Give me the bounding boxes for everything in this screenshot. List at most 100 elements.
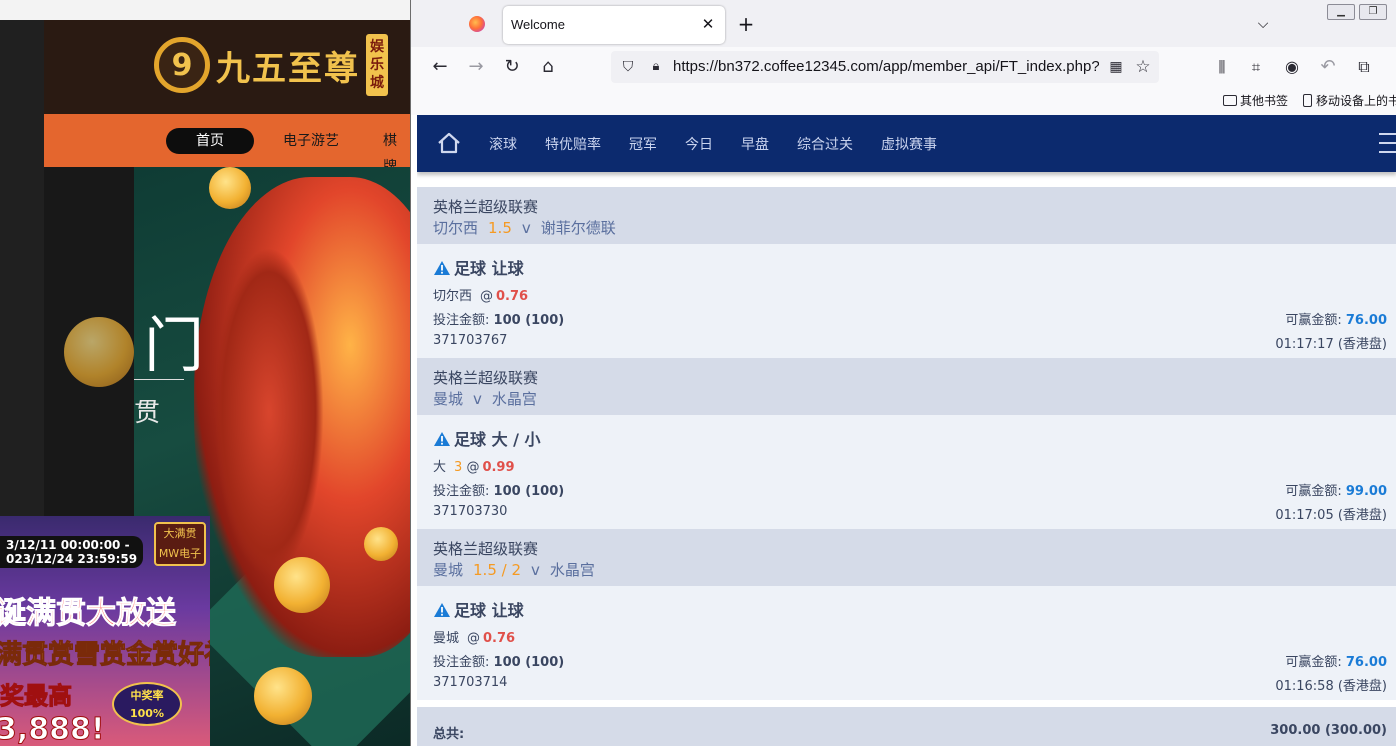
- warning-icon: [434, 603, 450, 617]
- chevron-down-icon[interactable]: ⌵: [1253, 14, 1273, 34]
- extensions-icon[interactable]: ⧉: [1353, 56, 1375, 78]
- gold-coin-icon: [274, 557, 330, 613]
- logo-ring-icon: 9: [154, 37, 210, 93]
- vs-label: v: [473, 390, 482, 408]
- qr-code-icon[interactable]: ▦: [1107, 58, 1125, 76]
- bet-type-title: 足球 让球: [433, 255, 524, 279]
- background-left-strip: [0, 20, 44, 520]
- selection-line: 切尔西 @0.76: [433, 285, 528, 304]
- casino-header: 9 九五至尊 娱乐城: [44, 20, 410, 114]
- star-icon[interactable]: ☆: [1133, 57, 1153, 77]
- crop-icon[interactable]: ⌗: [1245, 56, 1267, 78]
- bet-type: 足球 让球: [454, 259, 524, 278]
- undo-icon[interactable]: ↶: [1317, 56, 1339, 78]
- nav-virtual[interactable]: 虚拟赛事: [881, 134, 937, 154]
- logo-side-text: 娱乐城: [366, 34, 388, 96]
- home-team: 曼城: [433, 561, 464, 579]
- dragon-body-illustration: [214, 247, 324, 577]
- url-bar[interactable]: ⛉ 🔒︎ https://bn372.coffee12345.com/app/m…: [611, 51, 1159, 83]
- home-icon[interactable]: ⌂: [537, 56, 559, 78]
- at-label: @: [466, 460, 480, 475]
- bet-type: 足球 让球: [454, 601, 524, 620]
- home-icon[interactable]: [437, 132, 461, 154]
- hero-headline: 门: [144, 311, 204, 381]
- vs-label: v: [531, 561, 540, 579]
- warning-icon: [434, 432, 450, 446]
- total-value: 300.00 (300.00): [1270, 723, 1387, 738]
- selection-line: 曼城 @0.76: [433, 627, 515, 646]
- nav-in-play[interactable]: 滚球: [489, 134, 517, 154]
- win-line: 可赢金额: 99.00: [1285, 480, 1387, 499]
- firefox-icon[interactable]: [469, 16, 485, 32]
- tab-welcome[interactable]: Welcome ✕: [503, 6, 725, 44]
- nav-parlay[interactable]: 综合过关: [797, 134, 853, 154]
- ticket-id: 371703714: [433, 675, 508, 690]
- casino-nav-cards[interactable]: 棋牌: [383, 128, 410, 175]
- bet-time: 01:17:17 (香港盘): [1275, 337, 1387, 352]
- library-icon[interactable]: ⫼: [1211, 56, 1233, 78]
- nav-today[interactable]: 今日: [685, 134, 713, 154]
- casino-nav-home[interactable]: 首页: [166, 128, 254, 154]
- nav-best-odds[interactable]: 特优赔率: [545, 134, 601, 154]
- league-row: 英格兰超级联赛 曼城 v 水晶宫: [417, 358, 1396, 415]
- selection: 曼城: [433, 631, 460, 646]
- reload-icon[interactable]: ↻: [501, 56, 523, 78]
- bet-detail: 足球 让球 曼城 @0.76 投注金额: 100 (100) 可赢金额: 76.0…: [417, 586, 1396, 700]
- match-line: 曼城 v 水晶宫: [433, 389, 1381, 409]
- tab-title: Welcome: [511, 17, 565, 32]
- win-line: 可赢金额: 76.00: [1285, 309, 1387, 328]
- ticket-id: 371703767: [433, 333, 508, 348]
- bookmark-mobile[interactable]: 移动设备上的书: [1303, 93, 1396, 109]
- promo-banner[interactable]: 3/12/11 00:00:00 - 023/12/24 23:59:59 大满…: [0, 516, 210, 746]
- bookmark-mobile-label: 移动设备上的书: [1316, 94, 1396, 108]
- restore-window-button[interactable]: ❐: [1359, 4, 1387, 20]
- hamburger-menu-icon[interactable]: [1379, 133, 1396, 153]
- away-team: 水晶宫: [491, 390, 537, 408]
- handicap: 1.5: [488, 219, 512, 237]
- promo-title: 诞满贯大放送: [0, 596, 177, 632]
- forward-icon[interactable]: →: [465, 56, 487, 78]
- stake-amount: 100 (100): [493, 484, 565, 499]
- lock-icon[interactable]: 🔒︎: [647, 58, 665, 76]
- match-line: 曼城 1.5 / 2 v 水晶宫: [433, 560, 1381, 580]
- nav-early[interactable]: 早盘: [741, 134, 769, 154]
- casino-logo[interactable]: 9 九五至尊 娱乐城: [154, 34, 388, 96]
- league-name: 英格兰超级联赛: [433, 369, 539, 387]
- ticket-id: 371703730: [433, 504, 508, 519]
- chat-icon[interactable]: ◉: [1281, 56, 1303, 78]
- shield-icon[interactable]: ⛉: [619, 58, 637, 76]
- bet-list: 英格兰超级联赛 切尔西 1.5 v 谢菲尔德联 足球 让球 切尔西 @0.76 投注金额…: [417, 187, 1396, 700]
- selection: 切尔西: [433, 289, 473, 304]
- bookmark-other-label: 其他书签: [1240, 94, 1289, 108]
- stake-amount: 100 (100): [493, 313, 565, 328]
- win-label: 可赢金额:: [1285, 655, 1342, 670]
- promo-subtitle: 满贯赏雪赏金赏好礼: [0, 640, 210, 671]
- back-icon[interactable]: ←: [429, 56, 451, 78]
- bookmark-other[interactable]: 其他书签: [1223, 93, 1288, 109]
- gold-coin-icon: [64, 317, 134, 387]
- casino-nav-slots[interactable]: 电子游艺: [283, 128, 339, 154]
- league-name: 英格兰超级联赛: [433, 198, 539, 216]
- total-label: 总共:: [433, 727, 465, 742]
- promo-badge: 大满贯 MW电子: [154, 522, 206, 566]
- nav-outright[interactable]: 冠军: [629, 134, 657, 154]
- plus-icon[interactable]: +: [735, 13, 757, 35]
- promo-amount: 3,888!: [0, 712, 105, 746]
- bet-type-title: 足球 大 / 小: [433, 426, 541, 450]
- home-team: 切尔西: [433, 219, 479, 237]
- odds: 0.76: [483, 631, 516, 646]
- selection: 大: [433, 460, 447, 475]
- odds: 0.76: [496, 289, 529, 304]
- bet-type: 足球 大 / 小: [454, 430, 541, 449]
- browser-window: Welcome ✕ + ⌵ ▁ ❐ ← → ↻ ⌂ ⛉ 🔒︎ https://b…: [410, 0, 1396, 746]
- stake-amount: 100 (100): [493, 655, 565, 670]
- stake-label: 投注金额:: [433, 313, 490, 328]
- win-line: 可赢金额: 76.00: [1285, 651, 1387, 670]
- handicap: 1.5 / 2: [473, 561, 522, 579]
- tab-bar: Welcome ✕ + ⌵ ▁ ❐: [411, 0, 1396, 47]
- url-text[interactable]: https://bn372.coffee12345.com/app/member…: [673, 58, 1099, 76]
- warning-icon: [434, 261, 450, 275]
- minimize-window-button[interactable]: ▁: [1327, 4, 1355, 20]
- close-icon[interactable]: ✕: [699, 15, 717, 33]
- gold-coin-icon: [209, 167, 251, 209]
